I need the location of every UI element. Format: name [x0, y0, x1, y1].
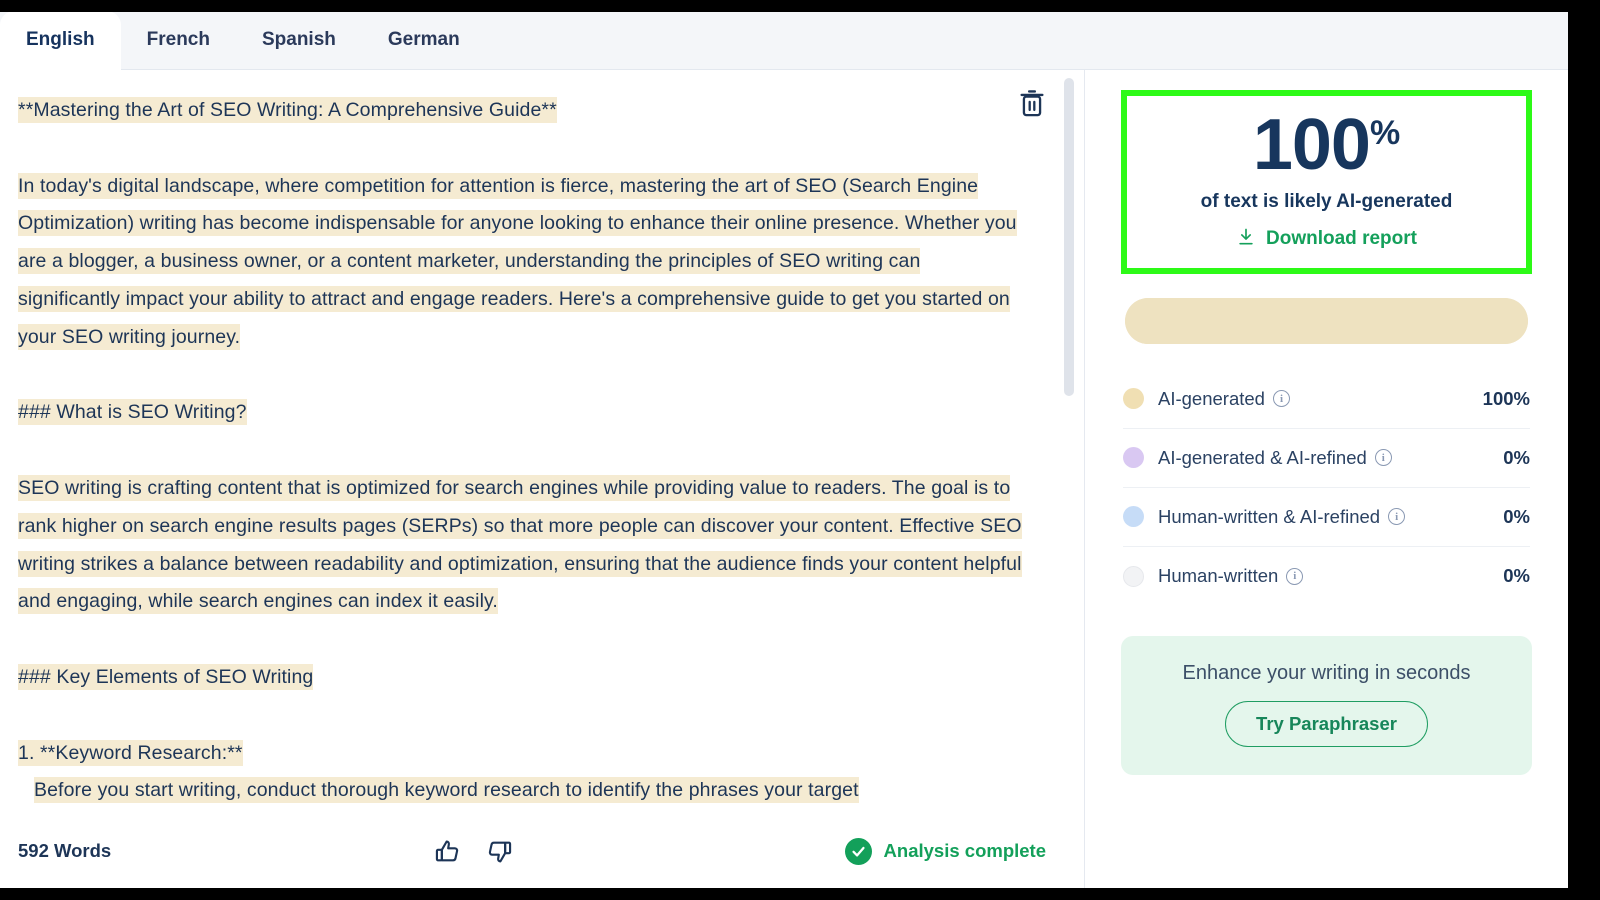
info-icon[interactable]: i [1272, 390, 1290, 408]
thumbs-down-icon[interactable] [484, 836, 514, 866]
legend-dot [1123, 447, 1144, 469]
doc-gap [18, 130, 1024, 168]
legend-label: Human-written [1158, 565, 1279, 587]
legend-value: 0% [1503, 446, 1530, 468]
legend-dot [1123, 565, 1144, 587]
meter-fill-ai-generated [1125, 297, 1528, 344]
paraphraser-promo-card: Enhance your writing in seconds Try Para… [1121, 635, 1532, 775]
tab-english[interactable]: English [0, 12, 121, 70]
tab-german[interactable]: German [362, 12, 486, 69]
detection-legend: AI-generated i 100% AI-generated & AI-re… [1123, 370, 1530, 606]
editor-scrollbar-thumb[interactable] [1064, 78, 1074, 396]
doc-paragraph: In today's digital landscape, where comp… [18, 168, 1024, 357]
score-subtitle: of text is likely AI-generated [1200, 190, 1453, 212]
doc-gap [18, 697, 1024, 735]
results-pane: 100 % of text is likely AI-generated Dow… [1085, 70, 1568, 888]
legend-value: 100% [1482, 387, 1530, 409]
legend-label: AI-generated & AI-refined [1158, 446, 1367, 468]
word-count: 592 Words [18, 840, 112, 861]
feedback-buttons [432, 836, 514, 866]
tab-label: German [387, 29, 460, 50]
legend-dot [1123, 388, 1144, 410]
app-window: English French Spanish German **Masterin… [0, 12, 1568, 888]
info-icon[interactable]: i [1388, 508, 1406, 526]
legend-dot [1123, 506, 1144, 528]
doc-line: **Mastering the Art of SEO Writing: A Co… [18, 92, 1024, 130]
legend-label: AI-generated [1158, 387, 1265, 409]
thumbs-up-icon[interactable] [432, 836, 462, 866]
doc-line-text: ### What is SEO Writing? [18, 399, 247, 426]
analysis-status: Analysis complete [844, 837, 1046, 865]
info-icon[interactable]: i [1374, 449, 1392, 467]
content-split: **Mastering the Art of SEO Writing: A Co… [0, 70, 1568, 888]
status-text: Analysis complete [883, 840, 1046, 861]
editor-pane: **Mastering the Art of SEO Writing: A Co… [0, 70, 1085, 888]
ai-probability-meter [1125, 297, 1528, 344]
score-number: 100 [1252, 105, 1371, 185]
legend-value: 0% [1503, 505, 1530, 527]
editor-scrollbar-track[interactable] [1064, 78, 1074, 880]
doc-line-text: **Mastering the Art of SEO Writing: A Co… [18, 97, 557, 123]
legend-row-human-written: Human-written i 0% [1123, 547, 1530, 606]
language-tab-bar: English French Spanish German [0, 12, 1568, 70]
doc-line: Before you start writing, conduct thorou… [18, 772, 1024, 810]
legend-row-human-written-ai-refined: Human-written & AI-refined i 0% [1123, 488, 1530, 547]
tab-label: French [146, 29, 210, 50]
info-icon[interactable]: i [1286, 567, 1304, 585]
doc-paragraph: SEO writing is crafting content that is … [18, 470, 1024, 621]
try-paraphraser-button[interactable]: Try Paraphraser [1225, 700, 1428, 747]
doc-paragraph-text: SEO writing is crafting content that is … [18, 474, 1022, 615]
trash-icon[interactable] [1018, 88, 1046, 118]
doc-gap [18, 432, 1024, 470]
doc-line-text: ### Key Elements of SEO Writing [18, 663, 314, 690]
doc-line-text: Before you start writing, conduct thorou… [34, 777, 859, 804]
legend-label: Human-written & AI-refined [1158, 505, 1381, 527]
tab-label: Spanish [261, 29, 336, 50]
tab-label: English [26, 29, 95, 50]
editor-footer: 592 Words Analysis complete [0, 814, 1084, 888]
editor-text-area[interactable]: **Mastering the Art of SEO Writing: A Co… [0, 70, 1084, 814]
tab-french[interactable]: French [121, 12, 236, 69]
doc-line: ### What is SEO Writing? [18, 394, 1024, 432]
check-circle-icon [844, 837, 872, 865]
score-percent-sign: % [1369, 114, 1401, 152]
download-report-button[interactable]: Download report [1236, 227, 1417, 252]
ai-score-card: 100 % of text is likely AI-generated Dow… [1121, 90, 1532, 274]
legend-value: 0% [1503, 565, 1530, 587]
doc-gap [18, 621, 1024, 659]
download-report-label: Download report [1266, 228, 1417, 250]
doc-line: 1. **Keyword Research:** [18, 735, 1024, 773]
tab-spanish[interactable]: Spanish [236, 12, 362, 69]
doc-gap [18, 357, 1024, 395]
document-text: **Mastering the Art of SEO Writing: A Co… [18, 92, 1024, 810]
promo-text: Enhance your writing in seconds [1182, 661, 1471, 684]
download-icon [1236, 227, 1256, 252]
doc-line-text: 1. **Keyword Research:** [18, 739, 243, 766]
legend-row-ai-generated-ai-refined: AI-generated & AI-refined i 0% [1123, 429, 1530, 488]
doc-paragraph-text: In today's digital landscape, where comp… [18, 172, 1017, 350]
doc-line: ### Key Elements of SEO Writing [18, 659, 1024, 697]
score-display: 100 % [1127, 105, 1526, 185]
legend-row-ai-generated: AI-generated i 100% [1123, 370, 1530, 429]
